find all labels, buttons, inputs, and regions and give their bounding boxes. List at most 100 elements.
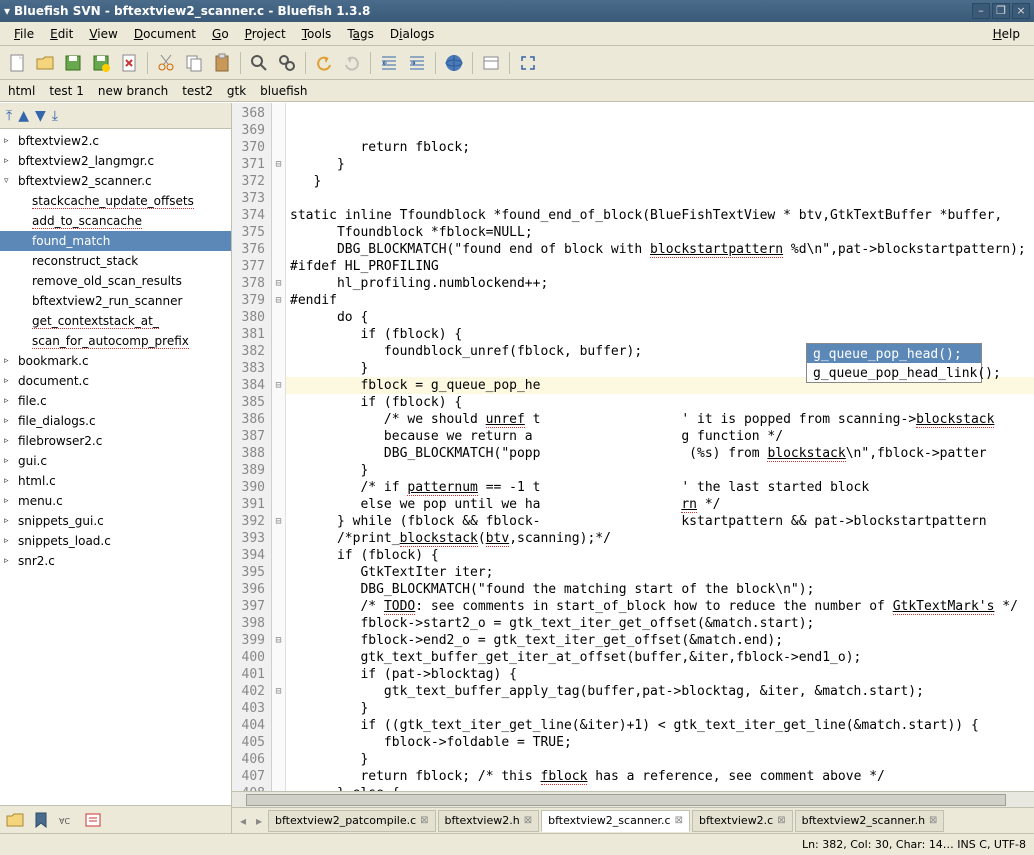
nav-up-icon[interactable]: ▲ [18, 108, 29, 124]
file-tabs: ◂ ▸ bftextview2_patcompile.c⊠bftextview2… [232, 807, 1034, 833]
menubar: File Edit View Document Go Project Tools… [0, 22, 1034, 46]
tree-item[interactable]: ▹html.c [0, 471, 231, 491]
quickbar-bluefish[interactable]: bluefish [260, 84, 307, 98]
menu-tools[interactable]: Tools [294, 25, 340, 43]
tree-item[interactable]: ▹bftextview2.c [0, 131, 231, 151]
editor: 3683693703713723733743753763773783793803… [232, 103, 1034, 833]
close-tab-icon[interactable]: ⊠ [929, 815, 937, 826]
quickbar-gtk[interactable]: gtk [227, 84, 246, 98]
undo-button[interactable] [311, 50, 337, 76]
function-tree[interactable]: ▹bftextview2.c▹bftextview2_langmgr.c▿bft… [0, 129, 231, 805]
horizontal-scrollbar[interactable] [232, 791, 1034, 807]
tree-item[interactable]: add_to_scancache [0, 211, 231, 231]
menu-project[interactable]: Project [237, 25, 294, 43]
tabs-scroll-right[interactable]: ▸ [252, 814, 266, 828]
file-tab[interactable]: bftextview2_scanner.h⊠ [795, 810, 945, 832]
content-area: ⤒ ▲ ▼ ⤓ ▹bftextview2.c▹bftextview2_langm… [0, 102, 1034, 833]
nav-down-icon[interactable]: ▼ [35, 108, 46, 124]
find-replace-button[interactable] [274, 50, 300, 76]
titlebar: ▾ Bluefish SVN - bftextview2_scanner.c -… [0, 0, 1034, 22]
tabs-scroll-left[interactable]: ◂ [236, 814, 250, 828]
menu-edit[interactable]: Edit [42, 25, 81, 43]
tree-item[interactable]: ▹bookmark.c [0, 351, 231, 371]
toolbar [0, 46, 1034, 80]
quickbar-html[interactable]: html [8, 84, 35, 98]
tree-item[interactable]: ▿bftextview2_scanner.c [0, 171, 231, 191]
file-tab[interactable]: bftextview2.h⊠ [438, 810, 540, 832]
redo-button[interactable] [339, 50, 365, 76]
tree-item[interactable]: found_match [0, 231, 231, 251]
tree-item[interactable]: ▹bftextview2_langmgr.c [0, 151, 231, 171]
tree-item[interactable]: ▹file_dialogs.c [0, 411, 231, 431]
file-tab[interactable]: bftextview2_scanner.c⊠ [541, 810, 690, 832]
tree-item[interactable]: bftextview2_run_scanner [0, 291, 231, 311]
line-gutter: 3683693703713723733743753763773783793803… [232, 103, 272, 791]
statusbar: Ln: 382, Col: 30, Char: 14… INS C, UTF-8 [0, 833, 1034, 855]
close-tab-icon[interactable]: ⊠ [524, 815, 532, 826]
fold-column[interactable]: ⊟⊟⊟⊟⊟⊟⊟ [272, 103, 286, 791]
tree-item[interactable]: ▹filebrowser2.c [0, 431, 231, 451]
quickbar-test2[interactable]: test2 [182, 84, 213, 98]
menu-dialogs[interactable]: Dialogs [382, 25, 443, 43]
sidebar: ⤒ ▲ ▼ ⤓ ▹bftextview2.c▹bftextview2_langm… [0, 103, 232, 833]
find-button[interactable] [246, 50, 272, 76]
code-view[interactable]: return fblock; } }static inline Tfoundbl… [286, 103, 1034, 791]
fullscreen-button[interactable] [515, 50, 541, 76]
file-tab[interactable]: bftextview2.c⊠ [692, 810, 793, 832]
menu-go[interactable]: Go [204, 25, 237, 43]
tree-item[interactable]: ▹gui.c [0, 451, 231, 471]
new-button[interactable] [4, 50, 30, 76]
quickbar-test1[interactable]: test 1 [49, 84, 84, 98]
bookmark-icon[interactable] [30, 809, 52, 831]
tree-item[interactable]: ▹file.c [0, 391, 231, 411]
close-tab-icon[interactable]: ⊠ [777, 815, 785, 826]
close-tab-icon[interactable]: ⊠ [675, 815, 683, 826]
svg-text:∀C: ∀C [59, 817, 70, 826]
charset-icon[interactable]: ∀C [56, 809, 78, 831]
quickbar-newbranch[interactable]: new branch [98, 84, 168, 98]
tree-item[interactable]: remove_old_scan_results [0, 271, 231, 291]
browser-preview-button[interactable] [441, 50, 467, 76]
menu-document[interactable]: Document [126, 25, 204, 43]
menu-tags[interactable]: Tags [339, 25, 382, 43]
autocomplete-item[interactable]: g_queue_pop_head(); [807, 344, 981, 363]
unindent-button[interactable] [376, 50, 402, 76]
tree-item[interactable]: scan_for_autocomp_prefix [0, 331, 231, 351]
tree-item[interactable]: ▹snippets_load.c [0, 531, 231, 551]
quickbar: html test 1 new branch test2 gtk bluefis… [0, 80, 1034, 102]
menu-file[interactable]: File [6, 25, 42, 43]
indent-button[interactable] [404, 50, 430, 76]
copy-button[interactable] [181, 50, 207, 76]
close-tab-icon[interactable]: ⊠ [420, 815, 428, 826]
open-button[interactable] [32, 50, 58, 76]
tree-item[interactable]: reconstruct_stack [0, 251, 231, 271]
snippets-icon[interactable] [82, 809, 104, 831]
autocomplete-item[interactable]: g_queue_pop_head_link(); [807, 363, 981, 382]
minimize-button[interactable]: – [972, 3, 990, 19]
save-button[interactable] [60, 50, 86, 76]
save-as-button[interactable] [88, 50, 114, 76]
nav-first-icon[interactable]: ⤒ [6, 108, 12, 124]
paste-button[interactable] [209, 50, 235, 76]
close-button[interactable]: × [1012, 3, 1030, 19]
view-button[interactable] [478, 50, 504, 76]
tree-item[interactable]: ▹document.c [0, 371, 231, 391]
tree-item[interactable]: ▹menu.c [0, 491, 231, 511]
sidebar-toolbar: ∀C [0, 805, 231, 833]
folder-icon[interactable] [4, 809, 26, 831]
file-tab[interactable]: bftextview2_patcompile.c⊠ [268, 810, 436, 832]
tree-item[interactable]: get_contextstack_at_ [0, 311, 231, 331]
close-file-button[interactable] [116, 50, 142, 76]
menu-help[interactable]: Help [985, 25, 1028, 43]
app-menu-icon[interactable]: ▾ [4, 4, 10, 18]
autocomplete-popup[interactable]: g_queue_pop_head();g_queue_pop_head_link… [806, 343, 982, 383]
tree-item[interactable]: ▹snippets_gui.c [0, 511, 231, 531]
status-text: Ln: 382, Col: 30, Char: 14… INS C, UTF-8 [802, 838, 1026, 851]
nav-last-icon[interactable]: ⤓ [52, 108, 58, 124]
cut-button[interactable] [153, 50, 179, 76]
maximize-button[interactable]: ❐ [992, 3, 1010, 19]
menu-view[interactable]: View [81, 25, 125, 43]
tree-item[interactable]: ▹snr2.c [0, 551, 231, 571]
window-title: Bluefish SVN - bftextview2_scanner.c - B… [14, 4, 970, 18]
tree-item[interactable]: stackcache_update_offsets [0, 191, 231, 211]
